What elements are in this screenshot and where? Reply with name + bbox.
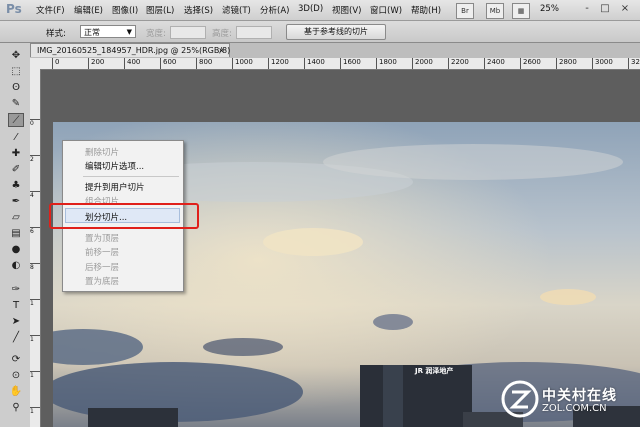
menu-item-bring-to-front[interactable]: 置为顶层 [85, 232, 119, 244]
type-tool-icon[interactable]: T [8, 299, 24, 313]
healing-brush-tool-icon[interactable]: ✚ [8, 147, 24, 161]
menu-file[interactable]: 文件(F) [36, 4, 65, 16]
photoshop-logo: Ps [6, 2, 22, 16]
ruler-tick: 0 [30, 119, 40, 127]
menu-item-edit-slice-options[interactable]: 编辑切片选项... [85, 160, 144, 172]
watermark-title: 中关村在线 [542, 388, 617, 404]
minimize-button[interactable]: - [580, 3, 594, 16]
zoom-level[interactable]: 25% [540, 4, 559, 14]
document-tab[interactable]: IMG_20160525_184957_HDR.jpg @ 25%(RGB/8)… [30, 43, 230, 57]
menu-layer[interactable]: 图层(L) [146, 4, 174, 16]
move-tool-icon[interactable]: ✥ [8, 49, 24, 63]
zol-logo-icon [501, 380, 539, 418]
ruler-tick: 1000 [232, 58, 253, 69]
menu-item-send-to-back[interactable]: 置为底层 [85, 275, 119, 287]
menu-view[interactable]: 视图(V) [332, 4, 361, 16]
options-bar: 样式: 正常 ▼ 宽度: 高度: 基于参考线的切片 [0, 21, 640, 58]
lasso-tool-icon[interactable]: ʘ [8, 81, 24, 95]
gradient-tool-icon[interactable]: ▤ [8, 227, 24, 241]
ruler-tick: 1600 [340, 58, 361, 69]
slices-from-guides-button[interactable]: 基于参考线的切片 [286, 24, 386, 40]
ruler-tick: 200 [88, 58, 104, 69]
zoom-tool-icon[interactable]: ⚲ [8, 401, 24, 415]
style-label: 样式: [46, 29, 66, 39]
shape-tool-icon[interactable]: ╱ [8, 331, 24, 345]
ruler-tick: 600 [160, 58, 176, 69]
3d-orbit-tool-icon[interactable]: ⊙ [8, 369, 24, 383]
ruler-tick: 2 [30, 155, 40, 163]
ruler-tick: 1 [30, 407, 40, 415]
maximize-button[interactable]: □ [598, 3, 612, 16]
menu-separator [83, 176, 179, 177]
ruler-tick: 1200 [268, 58, 289, 69]
menu-edit[interactable]: 编辑(E) [74, 4, 103, 16]
ruler-tick: 2800 [556, 58, 577, 69]
slice-select-tool-icon[interactable]: ⟋ [8, 113, 24, 127]
toolbox: ✥ ⬚ ʘ ✎ ⟋ ⁄ ✚ ✐ ♣ ✒ ▱ ▤ ● ◐ ✑ T ➤ ╱ ⟳ ⊙ … [0, 43, 31, 427]
ruler-tick: 0 [52, 58, 59, 69]
menu-item-send-backward[interactable]: 后移一层 [85, 261, 119, 273]
watermark: 中关村在线 ZOL.COM.CN [498, 377, 638, 423]
ruler-tick: 800 [196, 58, 212, 69]
chevron-down-icon: ▼ [126, 28, 132, 36]
horizontal-ruler[interactable]: 0 200 400 600 800 1000 1200 1400 1600 18… [40, 58, 640, 70]
blur-tool-icon[interactable]: ● [8, 243, 24, 257]
annotation-highlight-box [49, 203, 199, 229]
ruler-tick: 3000 [592, 58, 613, 69]
style-select[interactable]: 正常 ▼ [80, 25, 136, 38]
style-select-value: 正常 [84, 28, 100, 37]
close-icon[interactable]: × [218, 44, 225, 58]
menu-3d[interactable]: 3D(D) [298, 4, 323, 14]
width-field[interactable] [170, 26, 206, 39]
menu-help[interactable]: 帮助(H) [411, 4, 441, 16]
menu-analysis[interactable]: 分析(A) [260, 4, 289, 16]
eraser-tool-icon[interactable]: ▱ [8, 211, 24, 225]
menu-window[interactable]: 窗口(W) [370, 4, 402, 16]
menu-item-promote-to-user-slice[interactable]: 提升到用户切片 [85, 181, 145, 193]
menu-item-delete-slice[interactable]: 删除切片 [85, 146, 119, 158]
building-sign: JR 润泽地产 [415, 367, 454, 375]
eyedropper-tool-icon[interactable]: ⁄ [8, 131, 24, 145]
menu-bar: Ps 文件(F) 编辑(E) 图像(I) 图层(L) 选择(S) 滤镜(T) 分… [0, 0, 640, 21]
bridge-button[interactable]: Br [456, 3, 474, 19]
dodge-tool-icon[interactable]: ◐ [8, 259, 24, 273]
ruler-tick: 1 [30, 371, 40, 379]
menu-item-bring-forward[interactable]: 前移一层 [85, 246, 119, 258]
clone-stamp-tool-icon[interactable]: ♣ [8, 179, 24, 193]
ruler-tick: 4 [30, 191, 40, 199]
ruler-tick: 2400 [484, 58, 505, 69]
view-extras-icon[interactable]: ▦ [512, 3, 530, 19]
ruler-tick: 400 [124, 58, 140, 69]
ruler-tick: 2600 [520, 58, 541, 69]
ruler-tick: 2000 [412, 58, 433, 69]
ruler-tick: 6 [30, 227, 40, 235]
watermark-url: ZOL.COM.CN [542, 403, 607, 414]
ruler-tick: 1 [30, 335, 40, 343]
ruler-tick: 3200 [628, 58, 640, 69]
menu-select[interactable]: 选择(S) [184, 4, 213, 16]
height-field[interactable] [236, 26, 272, 39]
ruler-tick: 1 [30, 299, 40, 307]
menu-image[interactable]: 图像(I) [112, 4, 138, 16]
close-button[interactable]: × [618, 3, 632, 16]
pen-tool-icon[interactable]: ✑ [8, 283, 24, 297]
vertical-ruler[interactable]: 0 2 4 6 8 1 1 1 1 [30, 69, 41, 427]
history-brush-tool-icon[interactable]: ✒ [8, 195, 24, 209]
mini-bridge-button[interactable]: Mb [486, 3, 504, 19]
ruler-tick: 1800 [376, 58, 397, 69]
quick-select-tool-icon[interactable]: ✎ [8, 97, 24, 111]
menu-filter[interactable]: 滤镜(T) [222, 4, 251, 16]
document-tab-title: IMG_20160525_184957_HDR.jpg @ 25%(RGB/8) [37, 46, 231, 55]
3d-rotate-tool-icon[interactable]: ⟳ [8, 353, 24, 367]
hand-tool-icon[interactable]: ✋ [8, 385, 24, 399]
ruler-tick: 2200 [448, 58, 469, 69]
width-label: 宽度: [146, 29, 166, 39]
height-label: 高度: [212, 29, 232, 39]
path-selection-tool-icon[interactable]: ➤ [8, 315, 24, 329]
ruler-tick: 8 [30, 263, 40, 271]
marquee-tool-icon[interactable]: ⬚ [8, 65, 24, 79]
ruler-tick: 1400 [304, 58, 325, 69]
brush-tool-icon[interactable]: ✐ [8, 163, 24, 177]
